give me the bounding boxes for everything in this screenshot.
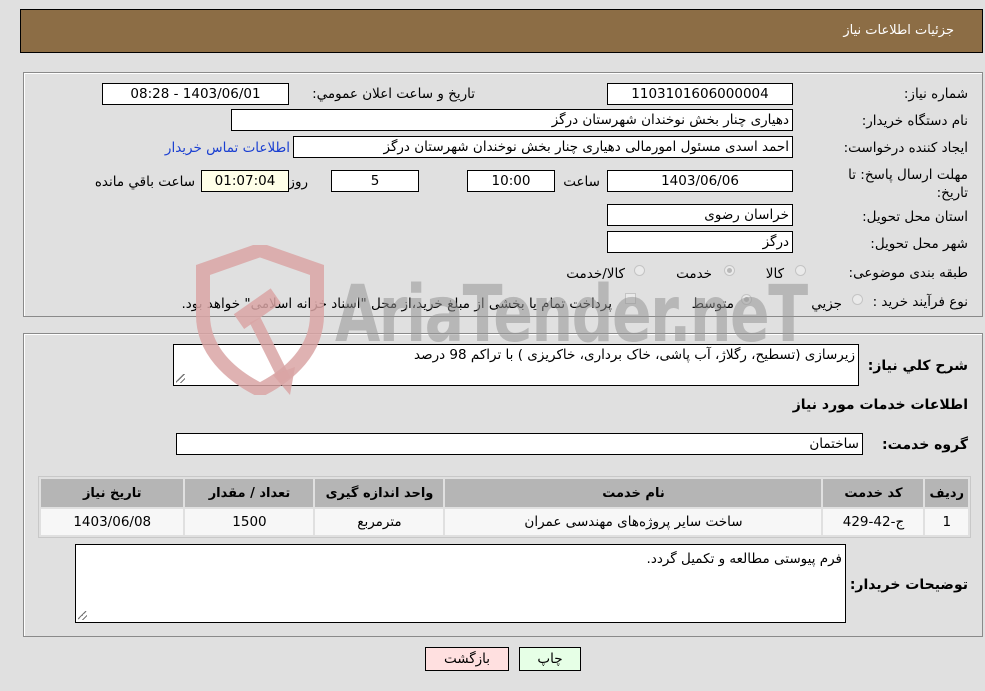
treasury-note: پرداخت تمام يا بخشی از مبلغ خريد،از محل … — [181, 296, 612, 312]
description-label: شرح کلي نياز: — [867, 358, 968, 374]
service-group-field[interactable]: ساختمان — [176, 433, 863, 455]
services-table-header: رديف کد خدمت نام خدمت واحد اندازه گيری ت… — [41, 479, 968, 507]
buyer-notes-label: توضيحات خريدار: — [849, 577, 968, 593]
purchase-type-option-medium: متوسط — [691, 296, 734, 312]
description-text: زیرسازی (تسطیح، رگلاژ، آب پاشی، خاک بردا… — [414, 347, 855, 363]
cell-service-name: ساخت سایر پروژه‌های مهندسی عمران — [445, 509, 822, 535]
col-service-name: نام خدمت — [445, 479, 822, 507]
cell-unit: مترمربع — [315, 509, 444, 535]
cell-service-code: ج-42-429 — [823, 509, 924, 535]
buyer-org-field[interactable]: دهیاری چنار بخش نوخندان شهرستان درگز — [231, 109, 793, 131]
announce-datetime-field[interactable]: 1403/06/01 - 08:28 — [102, 83, 289, 105]
description-textarea[interactable]: زیرسازی (تسطیح، رگلاژ، آب پاشی، خاک بردا… — [173, 344, 859, 386]
buyer-org-label: نام دستگاه خريدار: — [861, 113, 968, 129]
deadline-time-field[interactable]: 10:00 — [467, 170, 555, 192]
deadline-date-field[interactable]: 1403/06/06 — [607, 170, 793, 192]
time-remaining-field: 01:07:04 — [201, 170, 289, 192]
cell-need-date: 1403/06/08 — [41, 509, 184, 535]
col-row-number: رديف — [925, 479, 968, 507]
table-row: 1 ج-42-429 ساخت سایر پروژه‌های مهندسی عم… — [41, 509, 968, 535]
delivery-province-label: استان محل تحويل: — [862, 209, 968, 225]
time-remaining-label: ساعت باقي مانده — [94, 174, 195, 190]
buyer-notes-textarea[interactable]: فرم پیوستی مطالعه و تکمیل گردد. — [75, 544, 846, 623]
cell-row-number: 1 — [925, 509, 968, 535]
delivery-city-label: شهر محل تحويل: — [870, 236, 968, 252]
print-button[interactable]: چاپ — [519, 647, 581, 671]
requester-label: ايجاد کننده درخواست: — [843, 140, 968, 156]
col-service-code: کد خدمت — [823, 479, 924, 507]
treasury-checkbox[interactable] — [625, 293, 636, 304]
deadline-label: مهلت ارسال پاسخ: تا تاريخ: — [848, 167, 968, 201]
page-header: جزئیات اطلاعات نیاز — [20, 9, 983, 53]
category-label: طبقه بندی موضوعی: — [848, 265, 968, 281]
need-number-field[interactable]: 1103101606000004 — [607, 83, 793, 105]
cell-quantity: 1500 — [185, 509, 314, 535]
buyer-notes-text: فرم پیوستی مطالعه و تکمیل گردد. — [646, 551, 842, 567]
category-radio-goods[interactable] — [795, 265, 806, 276]
back-button[interactable]: بازگشت — [425, 647, 509, 671]
services-heading: اطلاعات خدمات مورد نياز — [792, 397, 968, 413]
category-radio-goods-service[interactable] — [634, 265, 645, 276]
category-option-goods: کالا — [765, 266, 784, 282]
col-unit: واحد اندازه گيری — [315, 479, 444, 507]
buyer-contact-link[interactable]: اطلاعات تماس خريدار — [165, 140, 290, 156]
purchase-type-radio-medium[interactable] — [741, 294, 752, 305]
need-number-label: شماره نیاز: — [903, 86, 968, 102]
service-group-label: گروه خدمت: — [882, 437, 968, 453]
requester-field[interactable]: احمد اسدی مسئول امورمالی دهیاری چنار بخش… — [293, 136, 793, 158]
category-radio-service[interactable] — [724, 265, 735, 276]
delivery-province-field[interactable]: خراسان رضوی — [607, 204, 793, 226]
purchase-type-radio-minor[interactable] — [852, 294, 863, 305]
purchase-type-option-minor: جزيي — [811, 296, 842, 312]
resize-grip-icon[interactable] — [176, 374, 185, 383]
col-need-date: تاريخ نياز — [41, 479, 184, 507]
services-table: رديف کد خدمت نام خدمت واحد اندازه گيری ت… — [38, 476, 971, 538]
category-option-goods-service: کالا/خدمت — [566, 266, 625, 282]
announce-datetime-label: تاریخ و ساعت اعلان عمومي: — [312, 86, 475, 102]
purchase-type-label: نوع فرآيند خريد : — [872, 294, 968, 310]
category-option-service: خدمت — [676, 266, 712, 282]
delivery-city-field[interactable]: درگز — [607, 231, 793, 253]
page-title: جزئیات اطلاعات نیاز — [843, 23, 954, 38]
deadline-time-label: ساعت — [563, 174, 600, 190]
resize-grip-icon[interactable] — [78, 611, 87, 620]
days-remaining-field[interactable]: 5 — [331, 170, 419, 192]
col-quantity: تعداد / مقدار — [185, 479, 314, 507]
